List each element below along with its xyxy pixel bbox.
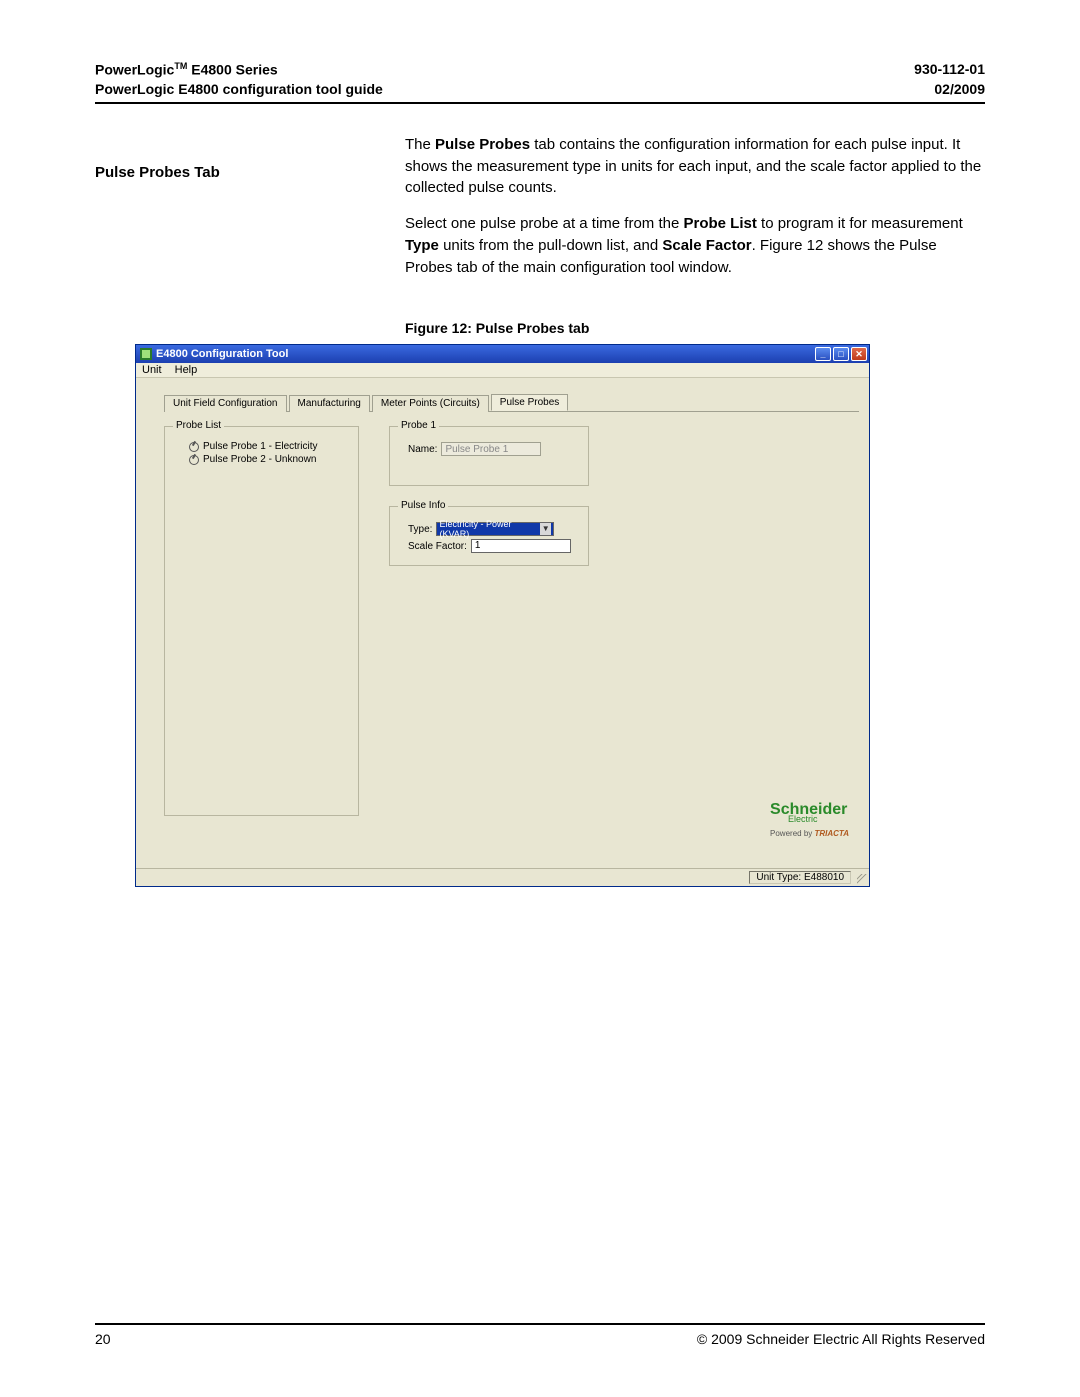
app-window: E4800 Configuration Tool _ □ ✕ Unit Help… (135, 344, 870, 887)
copyright: © 2009 Schneider Electric All Rights Res… (697, 1331, 985, 1347)
pulse-info-legend: Pulse Info (398, 500, 448, 511)
schneider-logo: Schneider Electric (770, 803, 849, 823)
doc-date: 02/2009 (914, 80, 985, 100)
probe1-legend: Probe 1 (398, 420, 439, 431)
menu-unit[interactable]: Unit (142, 364, 162, 376)
probe-icon (189, 442, 199, 452)
scale-factor-label: Scale Factor: (408, 541, 467, 552)
name-label: Name: (408, 444, 437, 455)
probe1-group: Probe 1 Name: Pulse Probe 1 (389, 426, 589, 486)
figure-caption: Figure 12: Pulse Probes tab (405, 320, 985, 336)
probe-list-group: Probe List Pulse Probe 1 - Electricity P… (164, 426, 359, 816)
maximize-button[interactable]: □ (833, 347, 849, 361)
statusbar: Unit Type: E488010 (136, 868, 869, 886)
probe-icon (189, 455, 199, 465)
footer-rule (95, 1323, 985, 1325)
tabstrip: Unit Field Configuration Manufacturing M… (164, 394, 859, 412)
menu-help[interactable]: Help (175, 364, 198, 376)
doc-subtitle: PowerLogic E4800 configuration tool guid… (95, 80, 383, 100)
doc-number: 930-112-01 (914, 60, 985, 80)
probe-list-item-2: Pulse Probe 2 - Unknown (203, 454, 316, 465)
titlebar[interactable]: E4800 Configuration Tool _ □ ✕ (136, 345, 869, 363)
powered-by: Powered by TRIACTA (770, 829, 849, 838)
list-item[interactable]: Pulse Probe 1 - Electricity (189, 441, 348, 452)
product-name-b: E4800 Series (187, 62, 277, 78)
scale-factor-input[interactable]: 1 (471, 539, 571, 553)
list-item[interactable]: Pulse Probe 2 - Unknown (189, 454, 348, 465)
section-heading: Pulse Probes Tab (95, 164, 405, 181)
header-rule (95, 102, 985, 104)
close-button[interactable]: ✕ (851, 347, 867, 361)
product-name-a: PowerLogic (95, 62, 174, 78)
minimize-button[interactable]: _ (815, 347, 831, 361)
type-label: Type: (408, 524, 432, 535)
tab-unit-field-config[interactable]: Unit Field Configuration (164, 395, 287, 412)
probe-list-legend: Probe List (173, 420, 224, 431)
trademark: TM (174, 61, 187, 71)
pulse-info-group: Pulse Info Type: Electricity - Power (KV… (389, 506, 589, 566)
doc-header: PowerLogicTM E4800 Series PowerLogic E48… (95, 60, 985, 100)
paragraph-1: The Pulse Probes tab contains the config… (405, 134, 985, 199)
type-value: Electricity - Power (KVAR) (439, 519, 539, 539)
window-title: E4800 Configuration Tool (156, 348, 288, 360)
page-number: 20 (95, 1331, 111, 1347)
app-icon (140, 348, 152, 360)
tab-meter-points[interactable]: Meter Points (Circuits) (372, 395, 489, 412)
type-dropdown[interactable]: Electricity - Power (KVAR) ▼ (436, 522, 554, 536)
chevron-down-icon: ▼ (540, 523, 552, 535)
name-field: Pulse Probe 1 (441, 442, 541, 456)
probe-list-item-1: Pulse Probe 1 - Electricity (203, 441, 318, 452)
doc-footer: 20 © 2009 Schneider Electric All Rights … (95, 1321, 985, 1347)
menubar: Unit Help (136, 363, 869, 378)
tab-manufacturing[interactable]: Manufacturing (289, 395, 370, 412)
branding: Schneider Electric Powered by TRIACTA (770, 803, 849, 838)
status-unit-type: Unit Type: E488010 (749, 871, 851, 884)
tab-pulse-probes[interactable]: Pulse Probes (491, 394, 568, 411)
paragraph-2: Select one pulse probe at a time from th… (405, 213, 985, 278)
resize-grip-icon[interactable] (857, 874, 867, 884)
